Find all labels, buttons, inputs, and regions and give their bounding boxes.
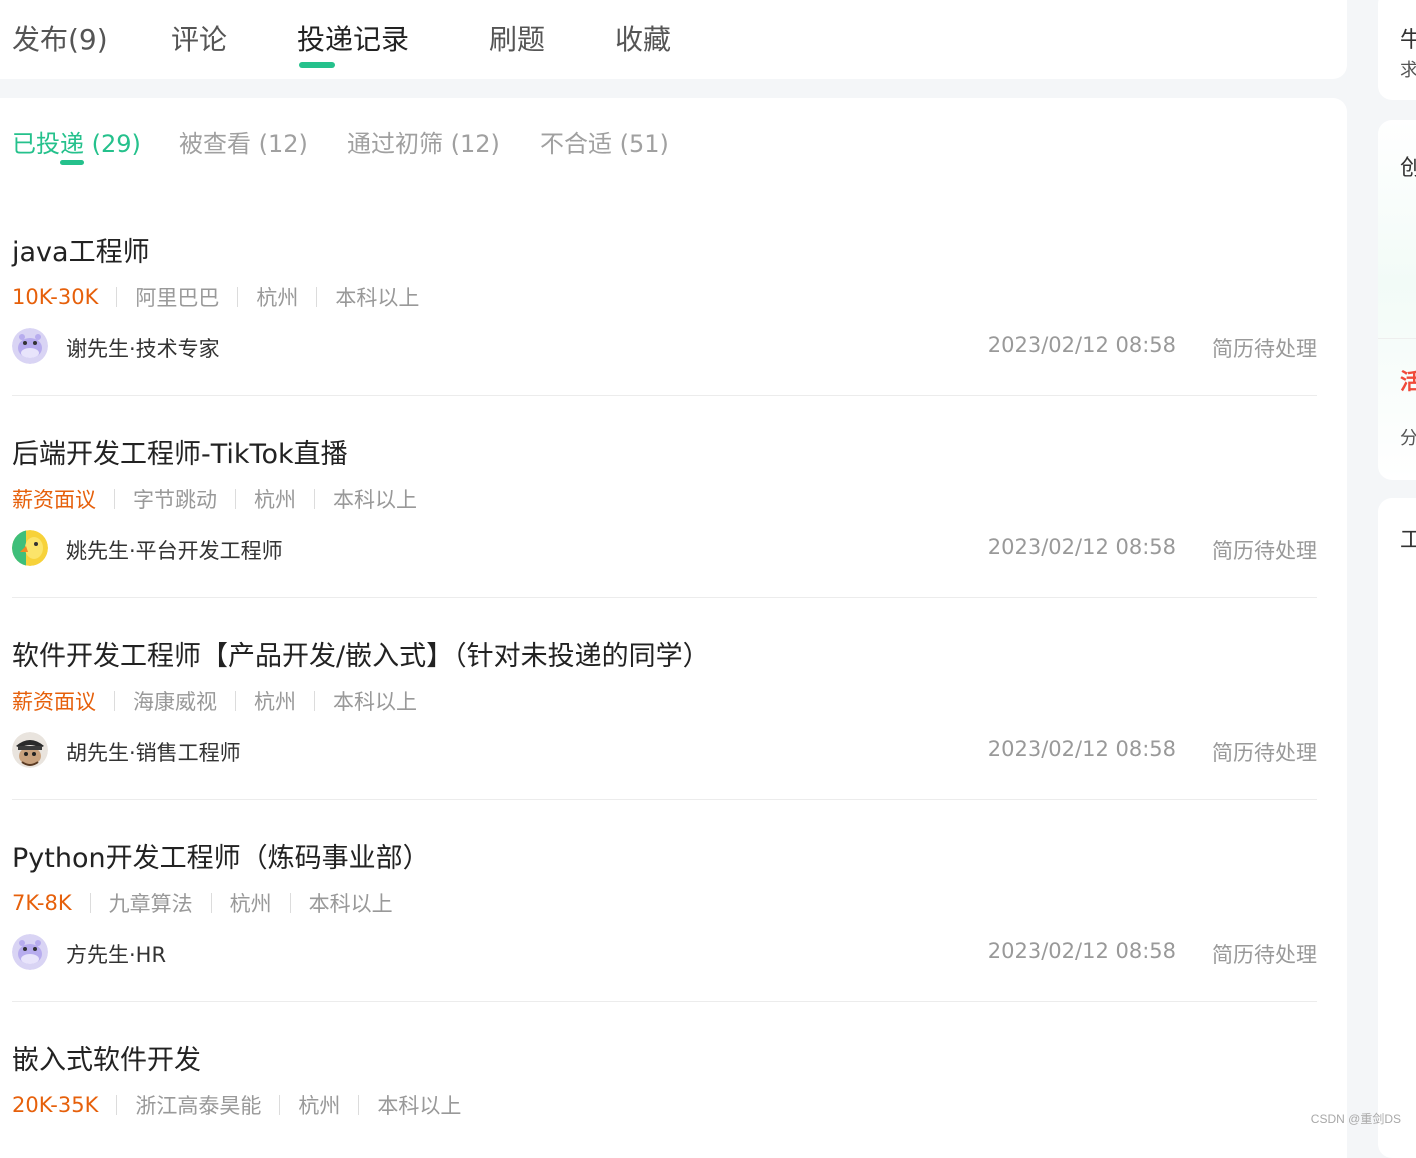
job-meta: 7K-8K 九章算法 杭州 本科以上 (12, 888, 393, 918)
filter-tab-applied-label: 已投递 (29) (12, 130, 141, 158)
recruiter-row: 谢先生·技术专家 2023/02/12 08:58 简历待处理 (12, 326, 1317, 366)
side-card-title: 工 (1400, 528, 1416, 553)
side-card-tools[interactable]: 工 (1378, 498, 1416, 1158)
meta-divider (316, 287, 318, 307)
row-divider (12, 597, 1317, 598)
application-status: 简历待处理 (1212, 943, 1317, 967)
job-meta: 10K-30K 阿里巴巴 杭州 本科以上 (12, 282, 419, 312)
job-salary: 10K-30K (12, 285, 99, 309)
job-education: 本科以上 (333, 488, 417, 512)
job-education: 本科以上 (335, 286, 420, 310)
meta-divider (114, 691, 115, 711)
hippo-avatar-icon (12, 328, 48, 364)
filter-tab-applied[interactable]: 已投递 (29) (12, 124, 141, 165)
side-card-subtitle: 求 (1400, 60, 1416, 81)
recruiter-row: 胡先生·销售工程师 2023/02/12 08:58 简历待处理 (12, 730, 1317, 770)
meta-divider (289, 893, 291, 913)
job-company: 阿里巴巴 (135, 286, 220, 310)
row-divider (12, 395, 1317, 396)
meta-divider (237, 287, 239, 307)
parrot-avatar-icon (12, 530, 48, 566)
list-item[interactable]: java工程师 10K-30K 阿里巴巴 杭州 本科以上 谢先生·技术专家 20… (12, 230, 1317, 432)
job-company: 浙江高泰昊能 (135, 1094, 262, 1118)
tab-applications-label: 投递记录 (297, 23, 410, 56)
recruiter-name: 姚先生·平台开发工程师 (66, 539, 283, 563)
hippo-avatar-icon (12, 934, 48, 970)
job-title[interactable]: java工程师 (12, 230, 150, 269)
apply-timestamp: 2023/02/12 08:58 (987, 939, 1176, 963)
recruiter-name: 谢先生·技术专家 (66, 337, 220, 361)
recruiter-name: 胡先生·销售工程师 (66, 741, 241, 765)
row-divider (12, 799, 1317, 800)
apply-timestamp: 2023/02/12 08:58 (987, 535, 1176, 559)
side-card-activity-subtitle: 分 (1400, 428, 1416, 449)
apply-timestamp: 2023/02/12 08:58 (987, 333, 1176, 357)
meta-divider (116, 1095, 118, 1115)
list-item[interactable]: Python开发工程师（炼码事业部） 7K-8K 九章算法 杭州 本科以上 方先… (12, 836, 1317, 1038)
application-status: 简历待处理 (1212, 539, 1317, 563)
filter-tab-viewed[interactable]: 被查看 (12) (179, 124, 308, 159)
meta-divider (116, 287, 118, 307)
job-company: 字节跳动 (133, 488, 217, 512)
tab-practice[interactable]: 刷题 (489, 18, 545, 58)
side-card-divider (1378, 338, 1416, 339)
filter-tab-unsuitable[interactable]: 不合适 (51) (540, 124, 669, 159)
side-card-niuke[interactable]: 牛 求 (1378, 0, 1416, 100)
job-meta: 20K-35K 浙江高泰昊能 杭州 本科以上 (12, 1090, 461, 1120)
meta-divider (114, 489, 115, 509)
meta-divider (235, 691, 236, 711)
side-card-title: 创 (1400, 156, 1416, 181)
list-item[interactable]: 软件开发工程师【产品开发/嵌入式】（针对未投递的同学） 薪资面议 海康威视 杭州… (12, 634, 1317, 836)
job-education: 本科以上 (333, 690, 417, 714)
pirate-avatar-icon (12, 732, 48, 768)
recruiter-name: 方先生·HR (66, 943, 167, 967)
meta-divider (89, 893, 91, 913)
list-item[interactable]: 后端开发工程师-TikTok直播 薪资面议 字节跳动 杭州 本科以上 姚先生·平… (12, 432, 1317, 634)
recruiter-row: 方先生·HR 2023/02/12 08:58 简历待处理 (12, 932, 1317, 972)
meta-divider (210, 893, 212, 913)
job-city: 杭州 (256, 286, 299, 310)
recruiter-row: 姚先生·平台开发工程师 2023/02/12 08:58 简历待处理 (12, 528, 1317, 568)
active-filter-indicator (60, 160, 84, 165)
meta-divider (358, 1095, 360, 1115)
job-city: 杭州 (298, 1094, 341, 1118)
job-title[interactable]: 软件开发工程师【产品开发/嵌入式】（针对未投递的同学） (12, 634, 710, 673)
list-item[interactable]: 嵌入式软件开发 20K-35K 浙江高泰昊能 杭州 本科以上 (12, 1038, 1317, 1136)
job-education: 本科以上 (377, 1094, 462, 1118)
meta-divider (279, 1095, 281, 1115)
job-salary: 薪资面议 (12, 488, 96, 512)
job-company: 九章算法 (108, 892, 193, 916)
job-city: 杭州 (254, 488, 296, 512)
job-salary: 20K-35K (12, 1093, 99, 1117)
job-education: 本科以上 (308, 892, 393, 916)
meta-divider (314, 489, 315, 509)
tab-comments[interactable]: 评论 (171, 18, 227, 58)
job-salary: 7K-8K (12, 891, 72, 915)
job-title[interactable]: Python开发工程师（炼码事业部） (12, 836, 430, 875)
job-city: 杭州 (229, 892, 272, 916)
meta-divider (235, 489, 236, 509)
application-status: 简历待处理 (1212, 337, 1317, 361)
job-company: 海康威视 (133, 690, 217, 714)
job-meta: 薪资面议 海康威视 杭州 本科以上 (12, 686, 417, 716)
job-salary: 薪资面议 (12, 690, 96, 714)
job-city: 杭州 (254, 690, 296, 714)
tab-applications[interactable]: 投递记录 (297, 18, 410, 68)
apply-timestamp: 2023/02/12 08:58 (987, 737, 1176, 761)
tab-publish[interactable]: 发布(9) (12, 18, 108, 58)
side-card-title: 牛 (1400, 28, 1416, 53)
side-card-activity-title: 活 (1400, 370, 1416, 395)
job-meta: 薪资面议 字节跳动 杭州 本科以上 (12, 484, 417, 514)
application-status: 简历待处理 (1212, 741, 1317, 765)
job-title[interactable]: 后端开发工程师-TikTok直播 (12, 432, 348, 471)
top-tab-bar: 发布(9) 评论 投递记录 刷题 收藏 (0, 0, 1346, 78)
filter-tab-passed[interactable]: 通过初筛 (12) (347, 124, 500, 159)
side-card-create[interactable]: 创 活 分 (1378, 120, 1416, 480)
job-title[interactable]: 嵌入式软件开发 (12, 1038, 201, 1077)
tab-favorites[interactable]: 收藏 (615, 18, 671, 58)
row-divider (12, 1001, 1317, 1002)
meta-divider (314, 691, 315, 711)
watermark: CSDN @重剑DS (1310, 1112, 1401, 1126)
active-tab-indicator (299, 62, 335, 68)
